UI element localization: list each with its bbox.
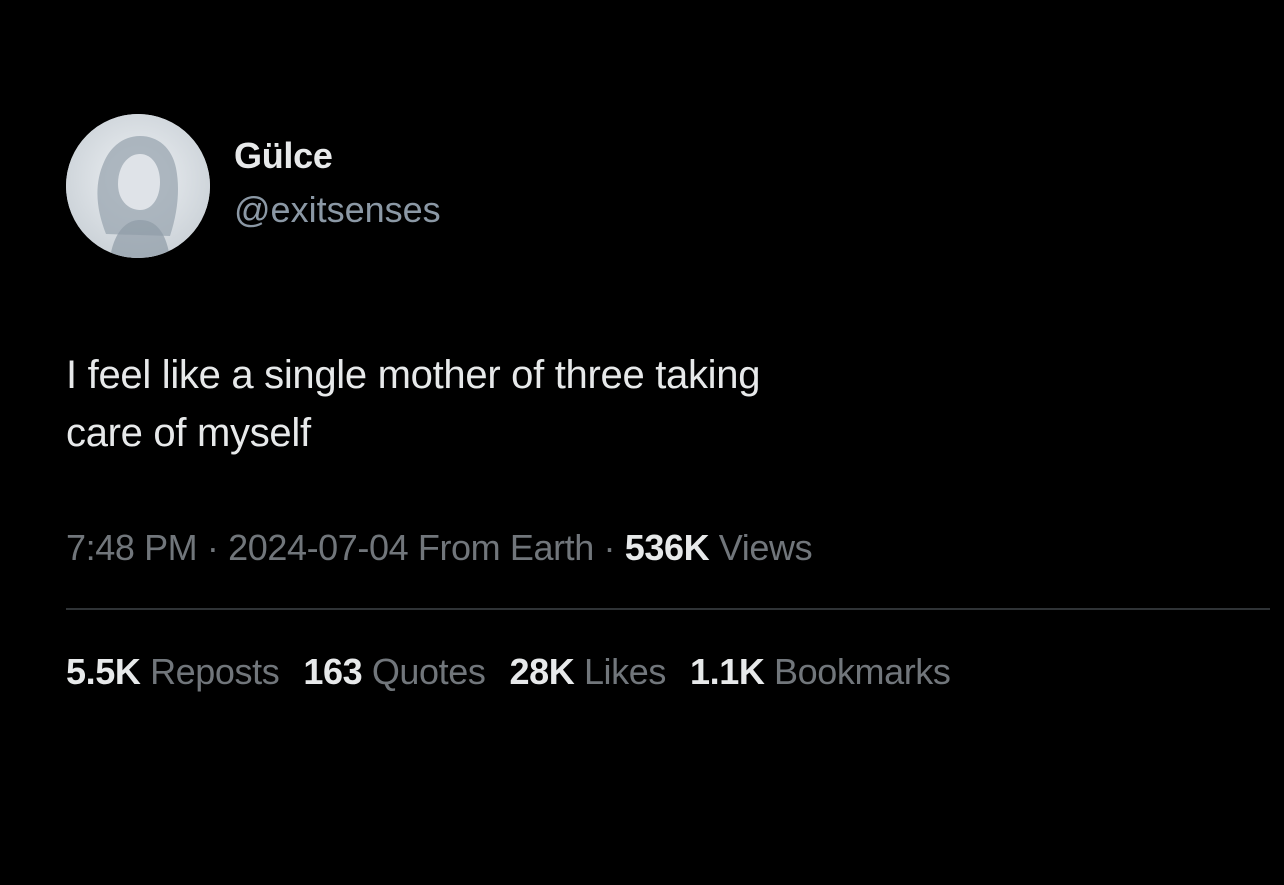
reposts-stat[interactable]: 5.5K Reposts — [66, 650, 280, 694]
user-names: Gülce @exitsenses — [234, 134, 441, 234]
display-name[interactable]: Gülce — [234, 134, 441, 178]
meta-separator: · — [603, 527, 616, 568]
meta-separator: · — [206, 527, 219, 568]
quotes-count: 163 — [303, 651, 363, 692]
quotes-stat[interactable]: 163 Quotes — [303, 650, 486, 694]
reposts-label: Reposts — [150, 651, 280, 692]
views-label: Views — [718, 527, 813, 568]
tweet-header: Gülce @exitsenses — [66, 112, 1270, 260]
likes-label: Likes — [583, 651, 666, 692]
tweet-text: I feel like a single mother of three tak… — [66, 346, 1066, 462]
avatar[interactable] — [66, 114, 210, 258]
bookmarks-stat[interactable]: 1.1K Bookmarks — [690, 650, 951, 694]
divider — [66, 608, 1270, 610]
tweet-card: Gülce @exitsenses I feel like a single m… — [66, 112, 1270, 694]
engagement-stats: 5.5K Reposts 163 Quotes 28K Likes 1.1K B… — [66, 650, 1270, 694]
tweet-time[interactable]: 7:48 PM — [66, 527, 198, 568]
tweet-text-line-1: I feel like a single mother of three tak… — [66, 353, 761, 397]
user-handle[interactable]: @exitsenses — [234, 186, 441, 234]
tweet-source: From Earth — [417, 527, 594, 568]
tweet-date[interactable]: 2024-07-04 — [228, 527, 409, 568]
quotes-label: Quotes — [371, 651, 486, 692]
likes-stat[interactable]: 28K Likes — [509, 650, 666, 694]
likes-count: 28K — [509, 651, 575, 692]
views-count: 536K — [624, 527, 710, 568]
bookmarks-label: Bookmarks — [774, 651, 951, 692]
tweet-meta: 7:48 PM · 2024-07-04 From Earth · 536K V… — [66, 526, 1270, 570]
profile-photo-icon — [66, 114, 210, 258]
bookmarks-count: 1.1K — [689, 651, 765, 692]
tweet-text-line-2: care of myself — [66, 411, 311, 455]
reposts-count: 5.5K — [66, 651, 141, 692]
